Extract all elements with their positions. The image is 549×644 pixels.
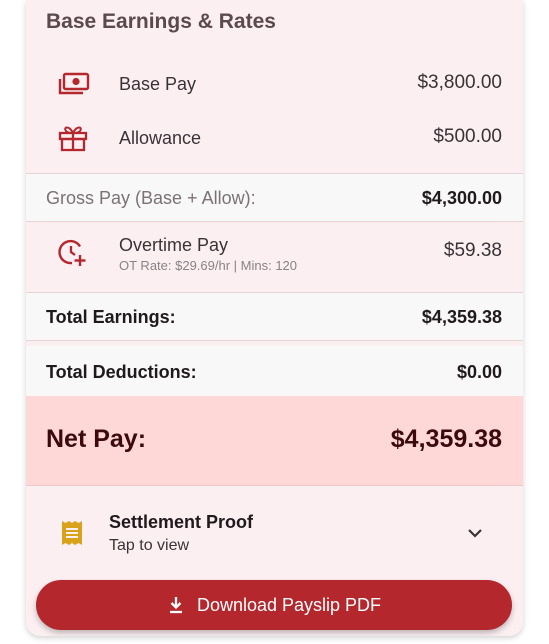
allowance-row: Allowance $500.00 (26, 116, 523, 160)
gross-pay-row: Gross Pay (Base + Allow): $4,300.00 (26, 173, 523, 222)
allowance-value: $500.00 (433, 126, 502, 147)
gross-pay-label: Gross Pay (Base + Allow): (46, 188, 256, 208)
download-payslip-button[interactable]: Download Payslip PDF (36, 580, 512, 630)
net-pay-value: $4,359.38 (390, 425, 502, 453)
overtime-row: Overtime Pay OT Rate: $29.69/hr | Mins: … (26, 222, 523, 290)
download-button-label: Download Payslip PDF (196, 594, 382, 615)
download-icon (167, 596, 185, 614)
cash-icon (58, 72, 90, 96)
overtime-value: $59.38 (443, 240, 502, 261)
total-deductions-value: $0.00 (456, 362, 502, 382)
clock-plus-icon (58, 238, 88, 268)
total-earnings-row: Total Earnings: $4,359.38 (26, 292, 523, 341)
total-earnings-value: $4,359.38 (421, 307, 502, 327)
total-earnings-label: Total Earnings: (46, 307, 176, 327)
payslip-card: Base Earnings & Rates Base Pay $3,800.00… (26, 0, 523, 636)
receipt-icon (61, 520, 83, 546)
net-pay-row: Net Pay: $4,359.38 (26, 396, 523, 486)
settlement-title: Settlement Proof (109, 512, 254, 532)
settlement-proof-toggle[interactable]: Settlement Proof Tap to view (26, 486, 523, 576)
allowance-label: Allowance (119, 128, 202, 148)
base-pay-value: $3,800.00 (417, 72, 502, 93)
base-pay-row: Base Pay $3,800.00 (26, 62, 523, 106)
settlement-subtitle: Tap to view (109, 537, 190, 554)
section-title: Base Earnings & Rates (46, 10, 276, 33)
total-deductions-row: Total Deductions: $0.00 (26, 346, 523, 397)
chevron-down-icon[interactable] (467, 526, 483, 538)
gift-icon (58, 124, 88, 152)
net-pay-label: Net Pay: (46, 425, 147, 453)
base-pay-label: Base Pay (119, 74, 197, 94)
gross-pay-value: $4,300.00 (421, 188, 502, 208)
overtime-sublabel: OT Rate: $29.69/hr | Mins: 120 (119, 258, 298, 273)
total-deductions-label: Total Deductions: (46, 362, 197, 382)
overtime-label: Overtime Pay (119, 235, 229, 255)
